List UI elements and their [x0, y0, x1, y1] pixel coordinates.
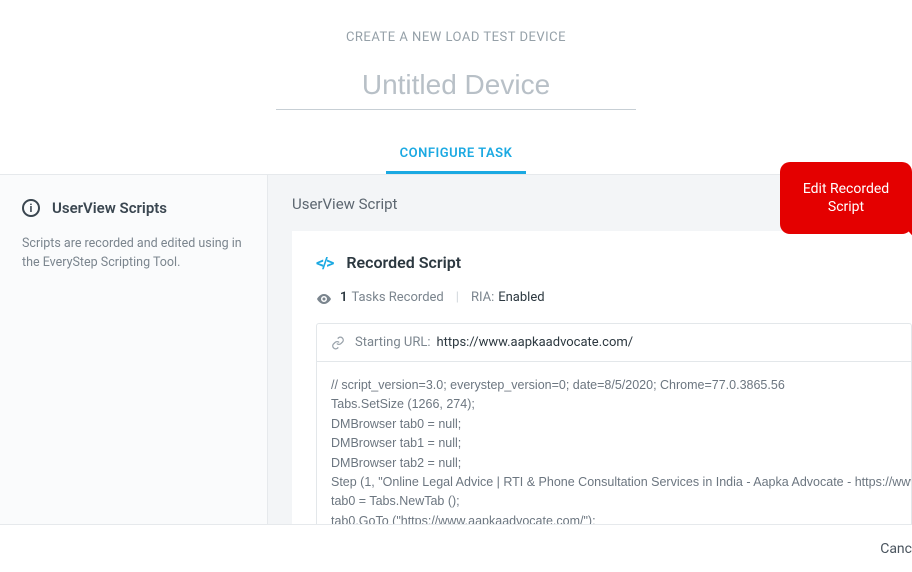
- sidebar-description: Scripts are recorded and edited using in…: [22, 235, 245, 273]
- edit-recorded-script-callout: Edit Recorded Script: [780, 162, 912, 234]
- meta-divider: |: [456, 290, 459, 305]
- starting-url-value: https://www.aapkaadvocate.com/: [436, 335, 633, 350]
- sidebar-title: UserView Scripts: [52, 199, 167, 217]
- code-icon: </>: [316, 253, 332, 272]
- ria-label: RIA:: [471, 290, 494, 305]
- tasks-label: Tasks Recorded: [351, 290, 443, 305]
- script-content[interactable]: // script_version=3.0; everystep_version…: [317, 362, 911, 531]
- device-name-input[interactable]: [276, 65, 636, 110]
- footer-bar: Canc: [0, 524, 912, 572]
- sidebar: i UserView Scripts Scripts are recorded …: [0, 175, 268, 544]
- link-icon: [331, 336, 345, 350]
- starting-url-box: Starting URL: https://www.aapkaadvocate.…: [317, 324, 911, 362]
- tasks-count: 1: [340, 290, 347, 305]
- tab-configure-task[interactable]: CONFIGURE TASK: [386, 138, 527, 174]
- ria-value: Enabled: [498, 290, 544, 305]
- page-subtitle: CREATE A NEW LOAD TEST DEVICE: [0, 30, 912, 45]
- recorded-script-card: </> Recorded Script 1 Tasks Recorded | R…: [292, 231, 912, 531]
- cancel-button[interactable]: Canc: [860, 531, 912, 567]
- info-icon: i: [22, 199, 40, 217]
- eye-icon: [316, 293, 332, 303]
- starting-url-label: Starting URL:: [355, 335, 430, 350]
- card-title: Recorded Script: [346, 253, 461, 272]
